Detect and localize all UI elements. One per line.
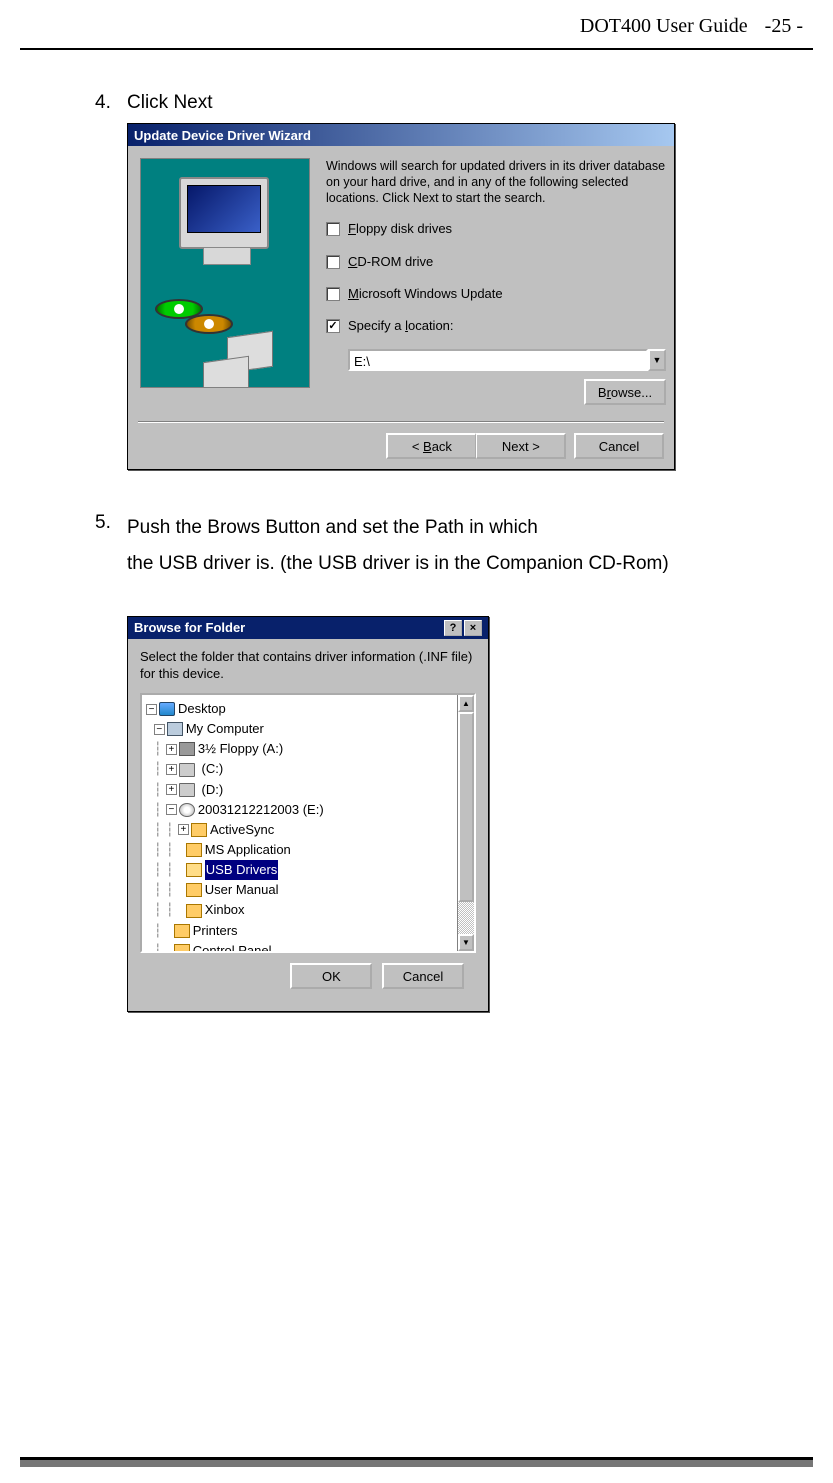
tree-desktop[interactable]: −Desktop — [146, 699, 472, 719]
opt-winupd-label: icrosoft Windows Update — [359, 286, 503, 301]
drive-icon — [179, 763, 195, 777]
drive-icon — [179, 783, 195, 797]
checkbox-row-floppy[interactable]: Floppy disk drives — [326, 220, 666, 238]
page-header: DOT400 User Guide -25 - — [20, 10, 813, 38]
opt-floppy-label: loppy disk drives — [356, 221, 452, 236]
tree-printers[interactable]: ┆ Printers — [146, 921, 472, 941]
tree-drive-e[interactable]: ┆ −20031212212003 (E:) — [146, 800, 472, 820]
checkbox-specify[interactable] — [326, 319, 340, 333]
computer-icon — [167, 722, 183, 736]
scroll-thumb[interactable] — [458, 712, 474, 902]
step-5-line2: the USB driver is. (the USB driver is in… — [127, 546, 813, 582]
scroll-down-button[interactable]: ▼ — [458, 934, 474, 951]
opt-cdrom-label: D-ROM drive — [357, 254, 433, 269]
folder-icon — [186, 883, 202, 897]
tree-usb-drivers[interactable]: ┆ ┆ USB Drivers — [146, 860, 472, 880]
next-button[interactable]: Next > — [476, 433, 566, 459]
floppy-icon — [179, 742, 195, 756]
folder-tree[interactable]: −Desktop −My Computer ┆ +3½ Floppy (A:) … — [140, 693, 476, 953]
close-button[interactable]: × — [464, 620, 482, 636]
scroll-up-button[interactable]: ▲ — [458, 695, 474, 712]
checkbox-row-specify[interactable]: Specify a location: — [326, 317, 666, 335]
tree-mycomputer[interactable]: −My Computer — [146, 719, 472, 739]
tree-control-panel[interactable]: ┆ Control Panel — [146, 941, 472, 953]
cd-icon — [179, 803, 195, 817]
folder-icon — [191, 823, 207, 837]
step-4: 4. Click Next — [95, 90, 813, 117]
folder-icon — [186, 843, 202, 857]
browse-cancel-button[interactable]: Cancel — [382, 963, 464, 989]
checkbox-row-winupdate[interactable]: Microsoft Windows Update — [326, 285, 666, 303]
cancel-button[interactable]: Cancel — [574, 433, 664, 459]
checkbox-winupdate[interactable] — [326, 287, 340, 301]
step-5: 5. Push the Brows Button and set the Pat… — [95, 510, 813, 582]
control-panel-icon — [174, 944, 190, 953]
help-button[interactable]: ? — [444, 620, 462, 636]
tree-user-manual[interactable]: ┆ ┆ User Manual — [146, 880, 472, 900]
update-driver-wizard-dialog: Update Device Driver Wizard Windows will… — [127, 123, 675, 471]
tree-xinbox[interactable]: ┆ ┆ Xinbox — [146, 900, 472, 920]
ok-button[interactable]: OK — [290, 963, 372, 989]
step-4-text: Click Next — [127, 90, 813, 117]
location-dropdown-button[interactable]: ▼ — [648, 349, 666, 371]
header-page-num: -25 - — [765, 15, 803, 37]
tree-floppy-a[interactable]: ┆ +3½ Floppy (A:) — [146, 739, 472, 759]
browse-instruction: Select the folder that contains driver i… — [140, 649, 476, 683]
tree-ms-application[interactable]: ┆ ┆ MS Application — [146, 840, 472, 860]
printers-icon — [174, 924, 190, 938]
wizard-intro-text: Windows will search for updated drivers … — [326, 158, 666, 207]
tree-scrollbar[interactable]: ▲ ▼ — [457, 695, 474, 951]
checkbox-floppy[interactable] — [326, 222, 340, 236]
step-4-num: 4. — [95, 90, 127, 117]
browse-title: Browse for Folder — [134, 619, 245, 637]
tree-drive-d[interactable]: ┆ + (D:) — [146, 780, 472, 800]
checkbox-cdrom[interactable] — [326, 255, 340, 269]
wizard-illustration — [140, 158, 310, 388]
location-input[interactable]: E:\ — [348, 349, 648, 371]
header-guide: DOT400 User Guide — [580, 15, 748, 37]
browse-titlebar[interactable]: Browse for Folder ? × — [128, 617, 488, 639]
step-5-line1: Push the Brows Button and set the Path i… — [127, 510, 813, 546]
wizard-titlebar[interactable]: Update Device Driver Wizard — [128, 124, 674, 146]
tree-drive-c[interactable]: ┆ + (C:) — [146, 759, 472, 779]
tree-activesync[interactable]: ┆ ┆ +ActiveSync — [146, 820, 472, 840]
desktop-icon — [159, 702, 175, 716]
folder-open-icon — [186, 863, 202, 877]
folder-icon — [186, 904, 202, 918]
checkbox-row-cdrom[interactable]: CD-ROM drive — [326, 253, 666, 271]
back-button[interactable]: < Back — [386, 433, 476, 459]
step-5-num: 5. — [95, 510, 127, 582]
page-footer-bar — [20, 1457, 813, 1467]
browse-for-folder-dialog: Browse for Folder ? × Select the folder … — [127, 616, 489, 1012]
browse-button[interactable]: Browse... — [584, 379, 666, 405]
